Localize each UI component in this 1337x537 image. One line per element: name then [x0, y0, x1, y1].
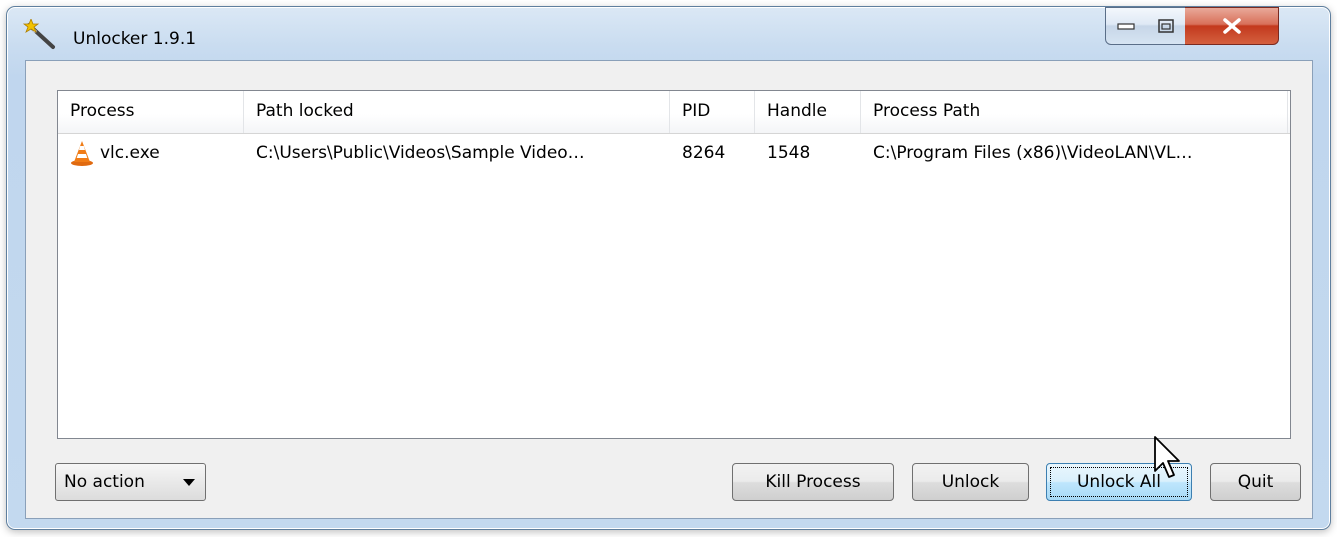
- unlocker-window: Unlocker 1.9.1 Process Path locked PID H…: [6, 6, 1331, 530]
- column-header-path-locked[interactable]: Path locked: [244, 91, 670, 133]
- window-title: Unlocker 1.9.1: [73, 29, 197, 49]
- list-header: Process Path locked PID Handle Process P…: [58, 91, 1290, 134]
- unlock-button[interactable]: Unlock: [912, 463, 1029, 501]
- cell-path-locked: C:\Users\Public\Videos\Sample Video…: [256, 143, 585, 163]
- mouse-pointer-icon: [1154, 436, 1180, 478]
- action-select[interactable]: No action: [55, 463, 206, 501]
- close-icon: [1222, 18, 1241, 34]
- cell-handle: 1548: [767, 143, 811, 163]
- maximize-button[interactable]: [1146, 7, 1186, 45]
- cell-process: vlc.exe: [100, 143, 160, 163]
- maximize-icon: [1157, 19, 1174, 33]
- close-button[interactable]: [1185, 7, 1279, 45]
- minimize-icon: [1117, 23, 1135, 30]
- column-header-handle[interactable]: Handle: [755, 91, 861, 133]
- column-header-process[interactable]: Process: [58, 91, 244, 133]
- unlock-all-label: Unlock All: [1076, 472, 1161, 492]
- client-area: Process Path locked PID Handle Process P…: [25, 60, 1313, 519]
- column-header-process-path[interactable]: Process Path: [861, 91, 1288, 133]
- minimize-button[interactable]: [1105, 7, 1147, 45]
- process-list[interactable]: Process Path locked PID Handle Process P…: [57, 90, 1291, 439]
- chevron-down-icon: [183, 479, 195, 486]
- table-row[interactable]: vlc.exe C:\Users\Public\Videos\Sample Vi…: [58, 136, 1290, 170]
- kill-process-button[interactable]: Kill Process: [732, 463, 894, 501]
- column-header-pid[interactable]: PID: [670, 91, 755, 133]
- cell-process-path: C:\Program Files (x86)\VideoLAN\VL…: [873, 143, 1193, 163]
- magic-wand-icon: [23, 19, 55, 49]
- cell-pid: 8264: [682, 143, 726, 163]
- action-select-value: No action: [64, 472, 145, 492]
- quit-button[interactable]: Quit: [1210, 463, 1301, 501]
